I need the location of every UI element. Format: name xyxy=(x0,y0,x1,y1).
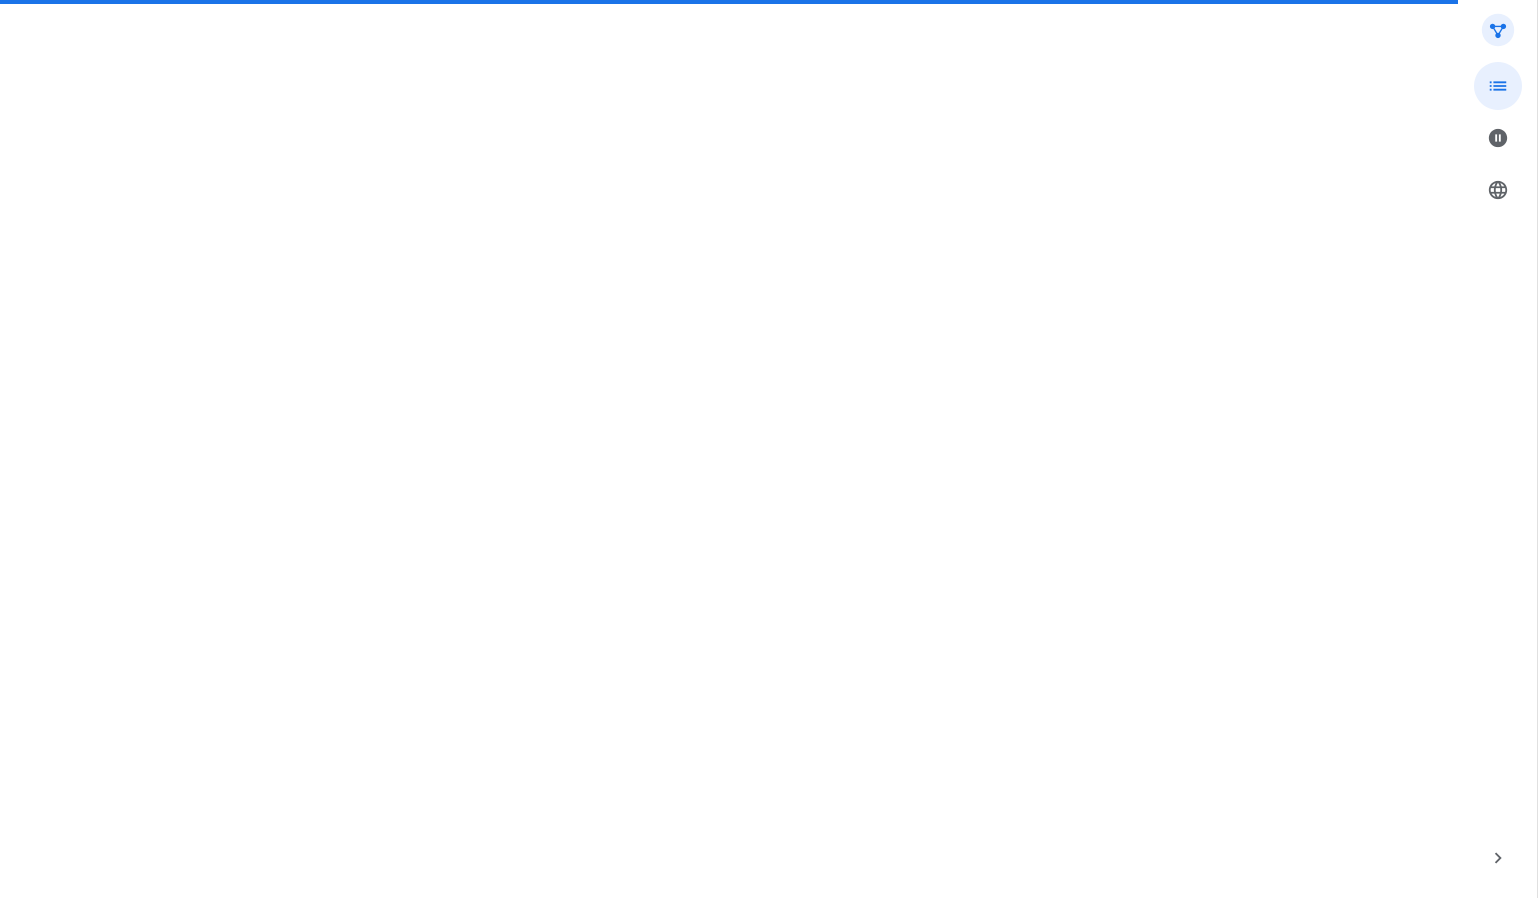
rail-item-globe[interactable] xyxy=(1474,166,1522,214)
rail-item-expand[interactable] xyxy=(1474,834,1522,882)
rail-item-list[interactable] xyxy=(1474,62,1522,110)
top-bar xyxy=(0,0,1458,4)
app-logo xyxy=(1478,10,1518,50)
rail-item-stream[interactable] xyxy=(1474,114,1522,162)
side-rail xyxy=(1458,0,1538,898)
